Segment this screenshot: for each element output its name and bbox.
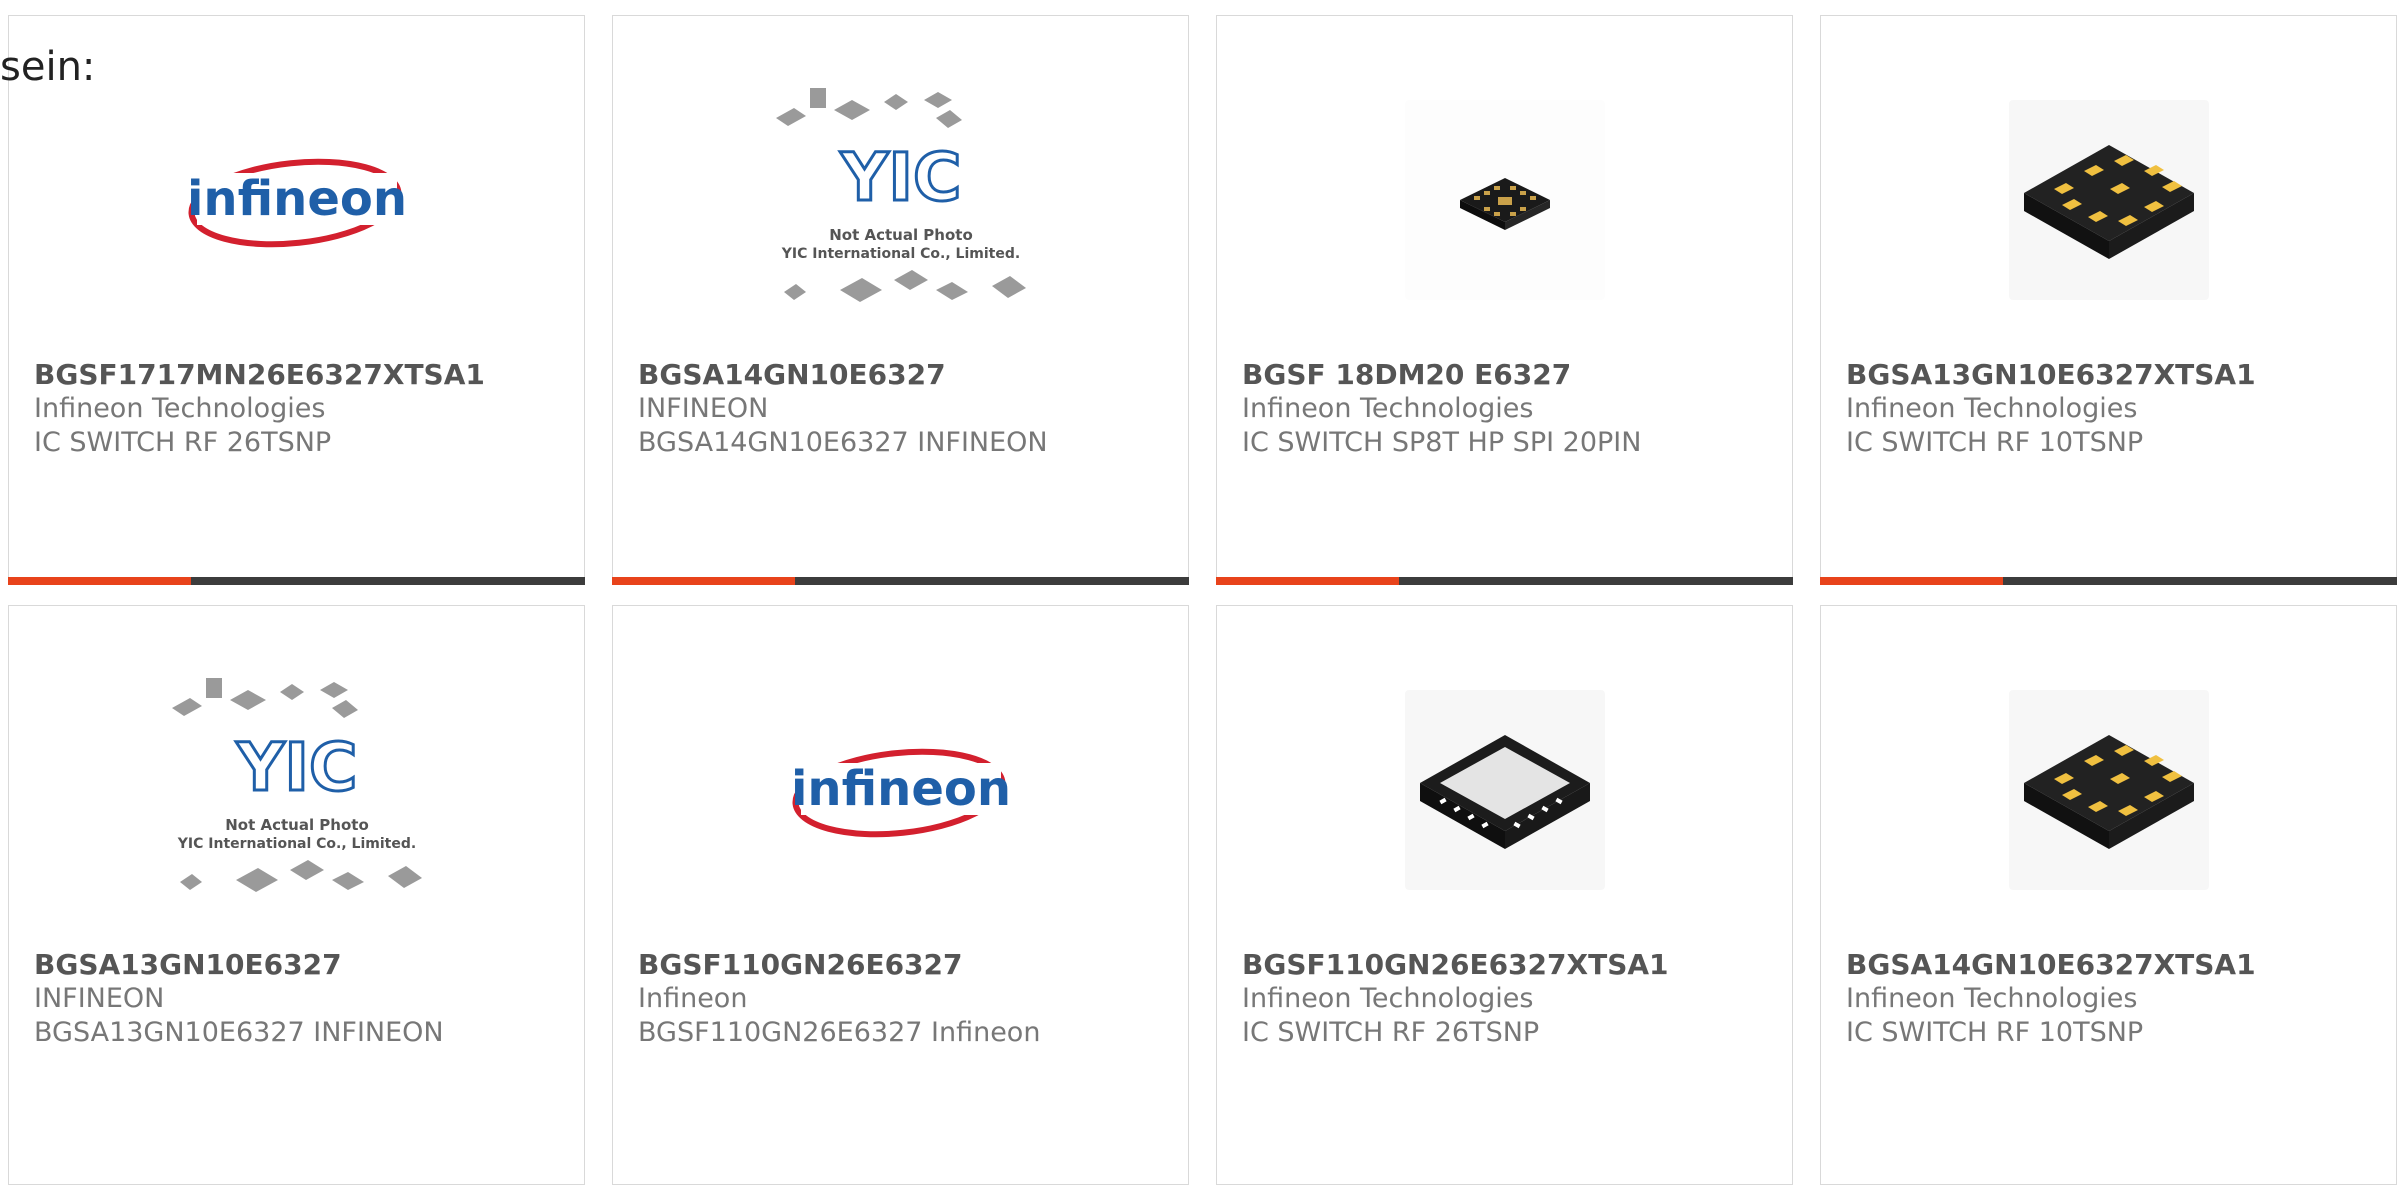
description: IC SWITCH SP8T HP SPI 20PIN [1242, 427, 1642, 458]
svg-text:YIC International Co., Limited: YIC International Co., Limited. [176, 836, 415, 852]
product-image[interactable]: YIC Not Actual Photo YIC International C… [9, 666, 584, 914]
svg-text:Not Actual Photo: Not Actual Photo [829, 226, 973, 244]
manufacturer: INFINEON [34, 983, 165, 1014]
infineon-logo: infineon [791, 748, 1011, 838]
product-image[interactable] [1821, 666, 2396, 914]
product-card[interactable]: BGSA14GN10E6327XTSA1 Infineon Technologi… [1820, 605, 2397, 1185]
product-image[interactable]: YIC Not Actual Photo YIC International C… [613, 76, 1188, 324]
description: IC SWITCH RF 26TSNP [34, 427, 332, 458]
product-card[interactable]: BGSF 18DM20 E6327 Infineon Technologies … [1216, 15, 1793, 585]
product-card[interactable]: BGSF110GN26E6327XTSA1 Infineon Technolog… [1216, 605, 1793, 1185]
ic-chip-icon [1404, 690, 1605, 890]
part-number[interactable]: BGSF110GN26E6327 [638, 948, 1168, 982]
card-accent-bar [8, 577, 585, 585]
part-number[interactable]: BGSA13GN10E6327XTSA1 [1846, 358, 2376, 392]
product-card[interactable]: BGSA13GN10E6327XTSA1 Infineon Technologi… [1820, 15, 2397, 585]
manufacturer: Infineon [638, 983, 748, 1014]
description: BGSA14GN10E6327 INFINEON [638, 427, 1048, 458]
part-number[interactable]: BGSA14GN10E6327XTSA1 [1846, 948, 2376, 982]
product-card[interactable]: infineon BGSF110GN26E6327 Infineon BGSF1… [612, 605, 1189, 1185]
product-image[interactable] [1217, 76, 1792, 324]
ic-chip-icon [2008, 100, 2209, 300]
svg-text:Not Actual Photo: Not Actual Photo [225, 816, 369, 834]
card-accent-bar [1216, 577, 1793, 585]
manufacturer: Infineon Technologies [1846, 983, 2138, 1014]
product-image[interactable]: infineon [9, 76, 584, 324]
manufacturer: Infineon Technologies [1242, 393, 1534, 424]
description: IC SWITCH RF 26TSNP [1242, 1017, 1540, 1048]
manufacturer: Infineon Technologies [1846, 393, 2138, 424]
description: BGSA13GN10E6327 INFINEON [34, 1017, 444, 1048]
ic-chip-icon [2008, 690, 2209, 890]
manufacturer: Infineon Technologies [34, 393, 326, 424]
card-accent-bar [612, 577, 1189, 585]
product-card[interactable]: infineon BGSF1717MN26E6327XTSA1 Infineon… [8, 15, 585, 585]
svg-text:infineon: infineon [791, 761, 1011, 817]
intro-text: sein: [0, 44, 96, 90]
product-image[interactable] [1821, 76, 2396, 324]
part-number[interactable]: BGSF110GN26E6327XTSA1 [1242, 948, 1772, 982]
card-accent-bar [1820, 577, 2397, 585]
manufacturer: Infineon Technologies [1242, 983, 1534, 1014]
svg-text:infineon: infineon [187, 171, 407, 227]
svg-text:YIC International Co., Limited: YIC International Co., Limited. [780, 246, 1019, 262]
placeholder-chips-icon: YIC Not Actual Photo YIC International C… [775, 88, 1026, 302]
svg-text:YIC: YIC [839, 139, 961, 216]
placeholder-chips-icon: YIC Not Actual Photo YIC International C… [171, 678, 422, 892]
product-card[interactable]: YIC Not Actual Photo YIC International C… [8, 605, 585, 1185]
ic-chip-icon [1404, 100, 1605, 300]
description: BGSF110GN26E6327 Infineon [638, 1017, 1041, 1048]
part-number[interactable]: BGSF 18DM20 E6327 [1242, 358, 1772, 392]
product-image[interactable]: infineon [613, 666, 1188, 914]
part-number[interactable]: BGSA13GN10E6327 [34, 948, 564, 982]
manufacturer: INFINEON [638, 393, 769, 424]
product-image[interactable] [1217, 666, 1792, 914]
yic-not-actual-photo: YIC Not Actual Photo YIC International C… [766, 80, 1036, 320]
product-card[interactable]: YIC Not Actual Photo YIC International C… [612, 15, 1189, 585]
description: IC SWITCH RF 10TSNP [1846, 1017, 2144, 1048]
part-number[interactable]: BGSF1717MN26E6327XTSA1 [34, 358, 564, 392]
infineon-logo: infineon [187, 158, 407, 248]
svg-text:YIC: YIC [235, 729, 357, 806]
yic-not-actual-photo: YIC Not Actual Photo YIC International C… [162, 670, 432, 910]
part-number[interactable]: BGSA14GN10E6327 [638, 358, 1168, 392]
description: IC SWITCH RF 10TSNP [1846, 427, 2144, 458]
